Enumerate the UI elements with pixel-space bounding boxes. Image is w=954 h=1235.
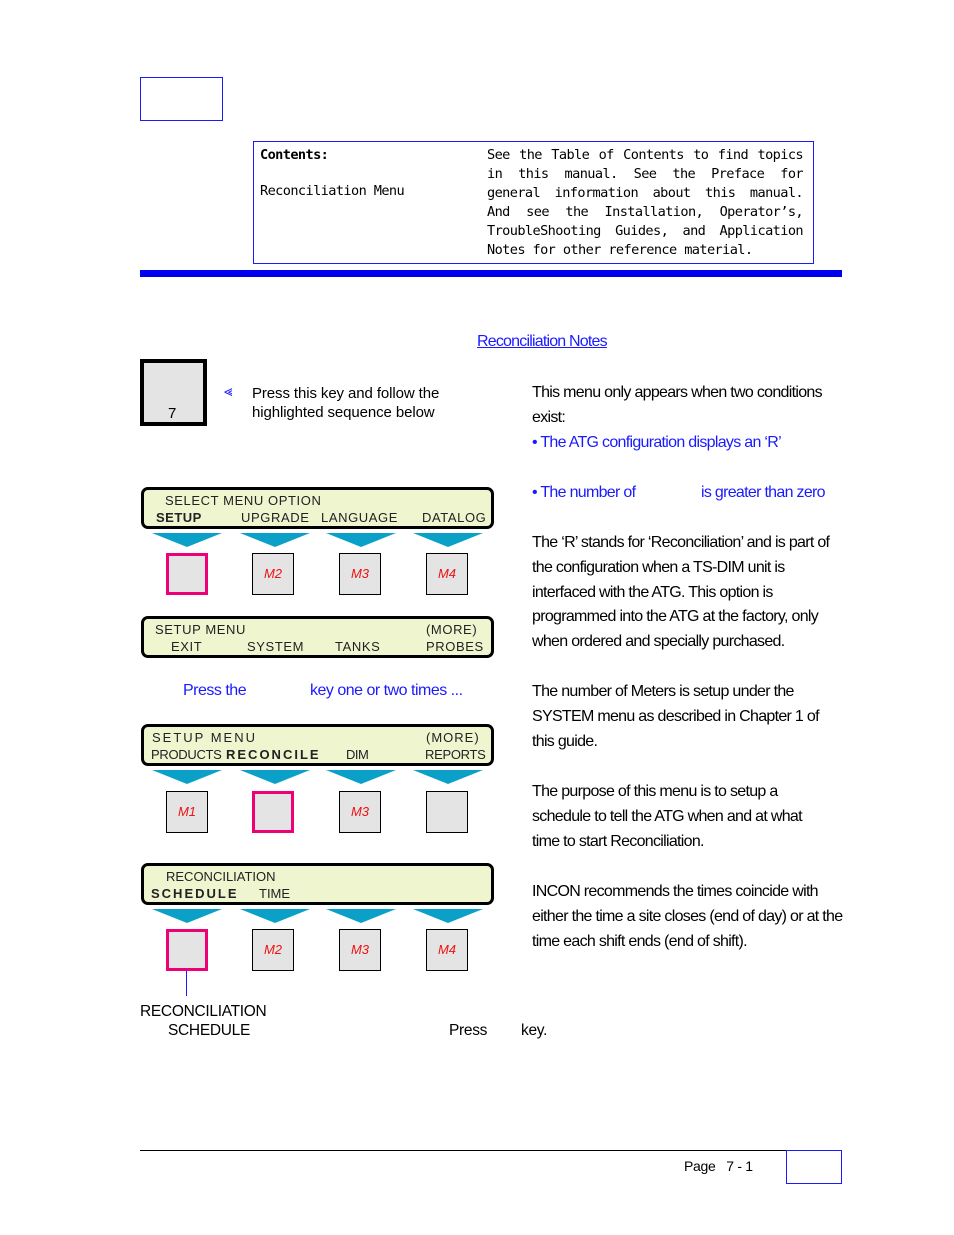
lcd-option-exit: EXIT	[171, 639, 203, 654]
caption-line1: RECONCILIATION	[140, 1003, 267, 1020]
key-m3[interactable]: M3	[339, 553, 381, 595]
key-m4[interactable]: M4	[426, 929, 468, 971]
arrow-down-icon	[326, 533, 396, 547]
lcd-option-dim: DIM	[346, 747, 369, 762]
bullet-greater-than-zero: is greater than zero	[701, 484, 826, 501]
key-m1[interactable]: M1	[166, 791, 208, 833]
arrow-down-icon	[413, 533, 483, 547]
intro-instruction: Press this key and follow the highlighte…	[252, 385, 440, 421]
key-m4[interactable]: M4	[426, 553, 468, 595]
paragraph-meters: The number of Meters is setup under the …	[532, 683, 820, 750]
lcd-setup-menu-more: SETUP MENU (MORE) PRODUCTS RECONCILE DIM…	[141, 724, 494, 766]
lcd-line1: SETUP MENU	[152, 730, 257, 745]
lcd-option-system: SYSTEM	[247, 639, 305, 654]
lcd-option-reports: REPORTS	[425, 747, 486, 762]
lcd-option-probes: PROBES	[426, 639, 484, 654]
arrow-down-icon	[326, 909, 396, 923]
paragraph-purpose: The purpose of this menu is to setup a s…	[532, 783, 803, 850]
footer-divider	[140, 1150, 842, 1151]
arrow-down-icon	[326, 770, 396, 784]
key-m4[interactable]	[426, 791, 468, 833]
lcd-line1: SELECT MENU OPTION	[165, 493, 322, 508]
lcd-option-upgrade: UPGRADE	[241, 510, 310, 525]
lcd-option-time: TIME	[259, 886, 291, 901]
bullet-atg-config: • The ATG configuration displays an ‘R’	[532, 434, 782, 451]
paragraph-conditions: This menu only appears when two conditio…	[532, 384, 823, 426]
lcd-line1: SETUP MENU	[155, 622, 246, 637]
lcd-option-tanks: TANKS	[335, 639, 381, 654]
lcd-setup-menu: SETUP MENU (MORE) EXIT SYSTEM TANKS PROB…	[141, 616, 494, 658]
key-m3[interactable]: M3	[339, 791, 381, 833]
contents-title: Contents:	[260, 147, 329, 163]
lcd-line1: RECONCILIATION	[166, 869, 276, 884]
page-value: 7 - 1	[726, 1158, 753, 1174]
arrow-down-icon	[413, 909, 483, 923]
lcd-option-products: PRODUCTS	[151, 747, 222, 762]
caption-press: Press	[449, 1022, 488, 1039]
lcd-option-setup: SETUP	[156, 510, 202, 525]
arrow-down-icon	[152, 770, 222, 784]
lcd-option-datalog: DATALOG	[422, 510, 487, 525]
lcd-option-reconcile: RECONCILE	[226, 747, 321, 762]
page-number: Page 7 - 1	[684, 1158, 753, 1174]
header-divider	[140, 270, 842, 277]
arrow-left-icon: ⪡	[224, 383, 233, 400]
arrow-down-icon	[152, 909, 222, 923]
arrow-down-icon	[240, 909, 310, 923]
lcd-option-language: LANGUAGE	[321, 510, 399, 525]
pointer-line	[186, 971, 187, 996]
arrow-down-icon	[413, 770, 483, 784]
key-m3[interactable]: M3	[339, 929, 381, 971]
arrow-down-icon	[240, 533, 310, 547]
lcd-option-schedule: SCHEDULE	[151, 886, 239, 901]
press-the-text: Press the	[183, 682, 247, 699]
lcd-reconciliation: RECONCILIATION SCHEDULE TIME	[141, 863, 494, 905]
key-times-text: key one or two times ...	[310, 682, 463, 699]
page-label: Page	[684, 1158, 716, 1174]
key-m2[interactable]: M2	[252, 553, 294, 595]
reconciliation-notes-link[interactable]: Reconciliation Notes	[477, 333, 608, 351]
arrow-down-icon	[240, 770, 310, 784]
key-m2-highlighted[interactable]	[252, 791, 294, 833]
bullet-number-of: • The number of	[532, 484, 636, 501]
footer-box	[786, 1150, 842, 1184]
paragraph-recommendation: INCON recommends the times coincide with…	[532, 883, 843, 950]
lcd-more: (MORE)	[426, 730, 480, 745]
contents-description: See the Table of Contents to find topics…	[487, 147, 804, 258]
paragraph-r-stands: The ‘R’ stands for ‘Reconciliation’ and …	[532, 534, 830, 651]
lcd-select-menu-option: SELECT MENU OPTION SETUP UPGRADE LANGUAG…	[141, 487, 494, 529]
key-m2[interactable]: M2	[252, 929, 294, 971]
lcd-more: (MORE)	[426, 622, 478, 637]
caption-key: key.	[521, 1022, 548, 1039]
caption-line2: SCHEDULE	[168, 1022, 251, 1039]
contents-box: Contents: Reconciliation Menu See the Ta…	[253, 141, 814, 264]
key-7-label: 7	[168, 405, 177, 422]
chapter-box	[140, 77, 223, 121]
contents-item[interactable]: Reconciliation Menu	[260, 183, 405, 199]
key-m1-highlighted[interactable]	[166, 553, 208, 595]
key-7[interactable]: 7	[140, 359, 207, 426]
arrow-down-icon	[152, 533, 222, 547]
key-m1-highlighted[interactable]	[166, 929, 208, 971]
